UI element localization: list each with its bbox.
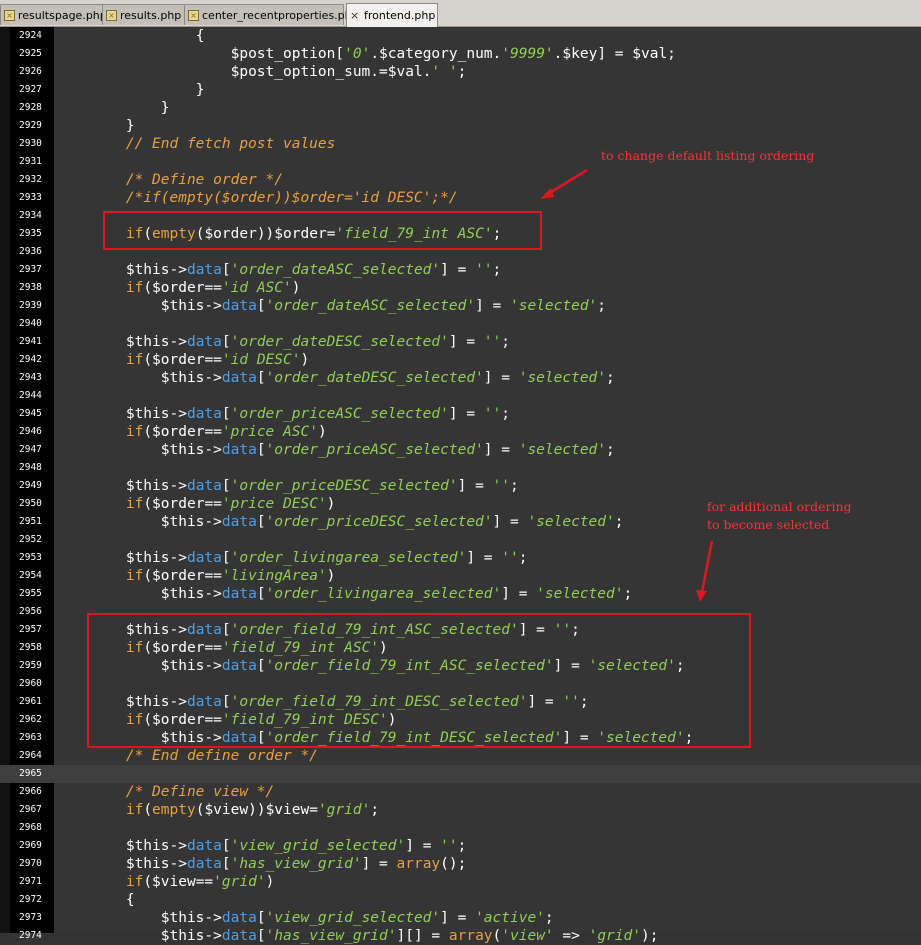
arrow-head-1 — [540, 188, 554, 199]
arrow-head-2 — [696, 590, 707, 602]
arrow-line-1 — [547, 168, 588, 196]
annotation-arrows — [540, 168, 714, 602]
arrow-line-2 — [700, 540, 714, 593]
